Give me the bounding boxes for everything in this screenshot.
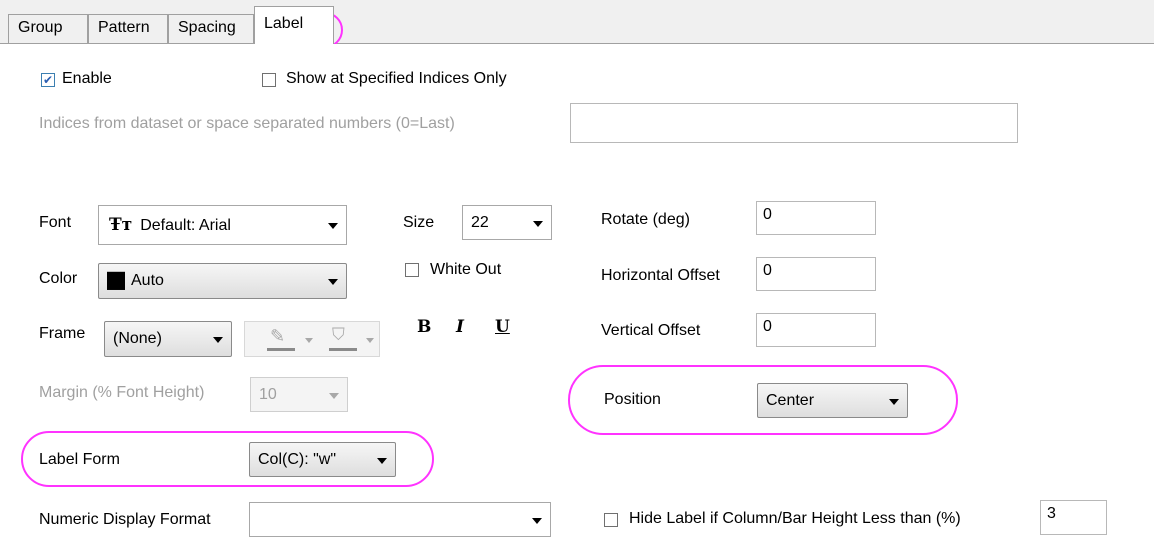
font-value: Default: Arial <box>140 217 231 234</box>
chevron-down-icon <box>213 337 223 343</box>
tab-spacing[interactable]: Spacing <box>168 14 254 43</box>
line-color-bar <box>267 348 295 351</box>
chevron-down-icon <box>532 517 542 524</box>
white-out-checkbox[interactable] <box>405 263 419 277</box>
frame-label: Frame <box>39 325 86 342</box>
enable-checkbox[interactable]: ✔ <box>41 73 55 87</box>
chevron-down-icon <box>889 398 899 405</box>
enable-label: Enable <box>62 70 112 87</box>
position-value: Center <box>766 391 815 409</box>
hide-label-threshold-input[interactable]: 3 <box>1040 500 1107 535</box>
color-value: Auto <box>131 272 164 290</box>
vertical-offset-input[interactable]: 0 <box>756 313 876 347</box>
horizontal-offset-input[interactable]: 0 <box>756 257 876 291</box>
indices-label: Indices from dataset or space separated … <box>39 115 455 132</box>
indices-input[interactable] <box>570 103 1018 143</box>
chevron-down-icon <box>328 223 338 229</box>
rotate-input[interactable]: 0 <box>756 201 876 235</box>
numeric-format-dropdown[interactable] <box>249 502 551 537</box>
font-label: Font <box>39 214 72 231</box>
chevron-down-icon[interactable] <box>305 338 313 343</box>
frame-dropdown[interactable]: (None) <box>104 321 232 357</box>
margin-value: 10 <box>259 385 277 403</box>
hide-label-label: Hide Label if Column/Bar Height Less tha… <box>629 510 961 527</box>
white-out-label: White Out <box>430 261 502 278</box>
size-label: Size <box>403 214 435 231</box>
numeric-format-label: Numeric Display Format <box>39 511 211 528</box>
chevron-down-icon <box>328 279 338 285</box>
tab-label: Group <box>18 19 63 36</box>
horizontal-offset-label: Horizontal Offset <box>601 267 720 284</box>
show-specified-checkbox[interactable] <box>262 73 276 87</box>
size-value: 22 <box>471 213 489 231</box>
line-fill-color-group: ✎ ⛉ <box>244 321 380 357</box>
underline-button[interactable]: U <box>495 317 510 337</box>
tab-group[interactable]: Group <box>8 14 88 43</box>
pencil-icon[interactable]: ✎ <box>270 326 285 347</box>
tab-label: Pattern <box>98 19 150 36</box>
italic-button[interactable]: I <box>456 317 464 337</box>
paint-bucket-icon[interactable]: ⛉ <box>332 325 345 345</box>
color-dropdown[interactable]: Auto <box>98 263 347 299</box>
checkmark-icon: ✔ <box>42 73 54 87</box>
color-label: Color <box>39 270 78 287</box>
chevron-down-icon <box>377 457 387 464</box>
label-form-dropdown[interactable]: Col(C): "w" <box>249 442 396 477</box>
vertical-offset-label: Vertical Offset <box>601 322 701 339</box>
rotate-label: Rotate (deg) <box>601 211 690 228</box>
position-label: Position <box>604 391 661 408</box>
position-dropdown[interactable]: Center <box>757 383 908 418</box>
chevron-down-icon[interactable] <box>366 338 374 343</box>
tab-label: Label <box>264 15 304 32</box>
chevron-down-icon <box>533 220 543 227</box>
chevron-down-icon <box>329 392 339 399</box>
size-dropdown[interactable]: 22 <box>462 205 552 240</box>
fill-color-bar <box>329 348 357 351</box>
truetype-font-icon: Ŧᴛ <box>109 215 133 235</box>
show-specified-label: Show at Specified Indices Only <box>286 70 507 87</box>
label-form-label: Label Form <box>39 451 120 468</box>
label-form-value: Col(C): "w" <box>258 450 337 468</box>
font-dropdown[interactable]: Ŧᴛ Default: Arial <box>98 205 347 245</box>
margin-label: Margin (% Font Height) <box>39 384 205 401</box>
frame-value: (None) <box>113 330 162 347</box>
margin-dropdown[interactable]: 10 <box>250 377 348 412</box>
hide-label-checkbox[interactable] <box>604 513 618 527</box>
tab-label: Spacing <box>178 19 236 36</box>
tab-label-active[interactable]: Label <box>254 6 334 44</box>
tab-pattern[interactable]: Pattern <box>88 14 168 43</box>
bold-button[interactable]: B <box>417 317 431 337</box>
color-swatch <box>107 271 125 290</box>
